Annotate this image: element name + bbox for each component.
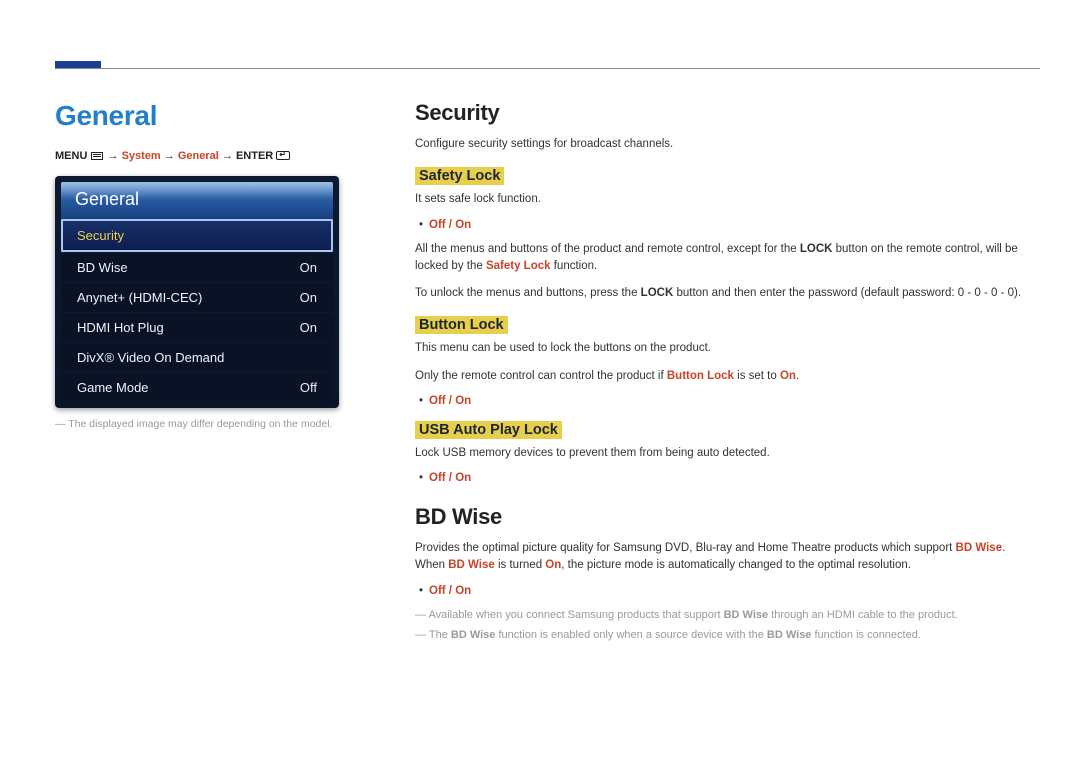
bdwise-note1: Available when you connect Samsung produ… — [415, 607, 1025, 624]
enter-icon — [276, 151, 290, 160]
safety-lock-desc1: It sets safe lock function. — [415, 191, 1025, 208]
off-on-text: Off / On — [429, 585, 471, 597]
tv-menu-footnote: The displayed image may differ depending… — [55, 418, 355, 430]
safety-lock-desc3: To unlock the menus and buttons, press t… — [415, 285, 1025, 302]
breadcrumb-system: System — [122, 150, 161, 162]
tv-menu-row-value: On — [300, 260, 317, 275]
tv-menu-row-label: Security — [77, 228, 124, 243]
button-lock-desc2: Only the remote control can control the … — [415, 368, 1025, 385]
safety-lock-desc2: All the menus and buttons of the product… — [415, 241, 1025, 276]
breadcrumb-arrow: → — [222, 150, 233, 162]
tv-menu-row-hdmihotplug[interactable]: HDMI Hot Plug On — [61, 312, 333, 342]
option-off-on: Off / On — [429, 472, 1025, 484]
breadcrumb: MENU → System → General → ENTER — [55, 150, 355, 162]
bdwise-note2: The BD Wise function is enabled only whe… — [415, 627, 1025, 644]
breadcrumb-menu: MENU — [55, 150, 87, 162]
off-on-text: Off / On — [429, 472, 471, 484]
tv-menu-row-label: Game Mode — [77, 380, 149, 395]
tv-menu-row-value: On — [300, 290, 317, 305]
tv-menu-row-anynet[interactable]: Anynet+ (HDMI-CEC) On — [61, 282, 333, 312]
button-lock-desc1: This menu can be used to lock the button… — [415, 340, 1025, 357]
tv-menu-header: General — [61, 182, 333, 219]
header-rule — [55, 68, 1040, 69]
bdwise-desc: Provides the optimal picture quality for… — [415, 540, 1025, 575]
tv-menu-row-label: HDMI Hot Plug — [77, 320, 164, 335]
tv-menu-row-value: On — [300, 320, 317, 335]
menu-icon — [91, 152, 103, 160]
option-off-on: Off / On — [429, 585, 1025, 597]
tv-menu-row-security[interactable]: Security — [61, 219, 333, 252]
tv-menu-row-label: DivX® Video On Demand — [77, 350, 224, 365]
tv-menu-row-gamemode[interactable]: Game Mode Off — [61, 372, 333, 402]
tv-menu-row-bdwise[interactable]: BD Wise On — [61, 252, 333, 282]
breadcrumb-arrow: → — [164, 150, 175, 162]
off-on-text: Off / On — [429, 219, 471, 231]
tv-menu-row-label: BD Wise — [77, 260, 128, 275]
button-lock-heading: Button Lock — [415, 316, 508, 334]
breadcrumb-general: General — [178, 150, 219, 162]
option-off-on: Off / On — [429, 395, 1025, 407]
breadcrumb-arrow: → — [108, 150, 119, 162]
off-on-text: Off / On — [429, 395, 471, 407]
page-title: General — [55, 100, 355, 132]
bdwise-heading: BD Wise — [415, 504, 1025, 530]
usb-lock-heading: USB Auto Play Lock — [415, 421, 562, 439]
tv-menu-row-label: Anynet+ (HDMI-CEC) — [77, 290, 202, 305]
security-heading: Security — [415, 100, 1025, 126]
tv-menu-row-divx[interactable]: DivX® Video On Demand — [61, 342, 333, 372]
usb-lock-desc: Lock USB memory devices to prevent them … — [415, 445, 1025, 462]
tv-menu-panel: General Security BD Wise On Anynet+ (HDM… — [55, 176, 339, 408]
safety-lock-heading: Safety Lock — [415, 167, 504, 185]
option-off-on: Off / On — [429, 219, 1025, 231]
security-desc: Configure security settings for broadcas… — [415, 136, 1025, 153]
breadcrumb-enter: ENTER — [236, 150, 273, 162]
tv-menu-row-value: Off — [300, 380, 317, 395]
